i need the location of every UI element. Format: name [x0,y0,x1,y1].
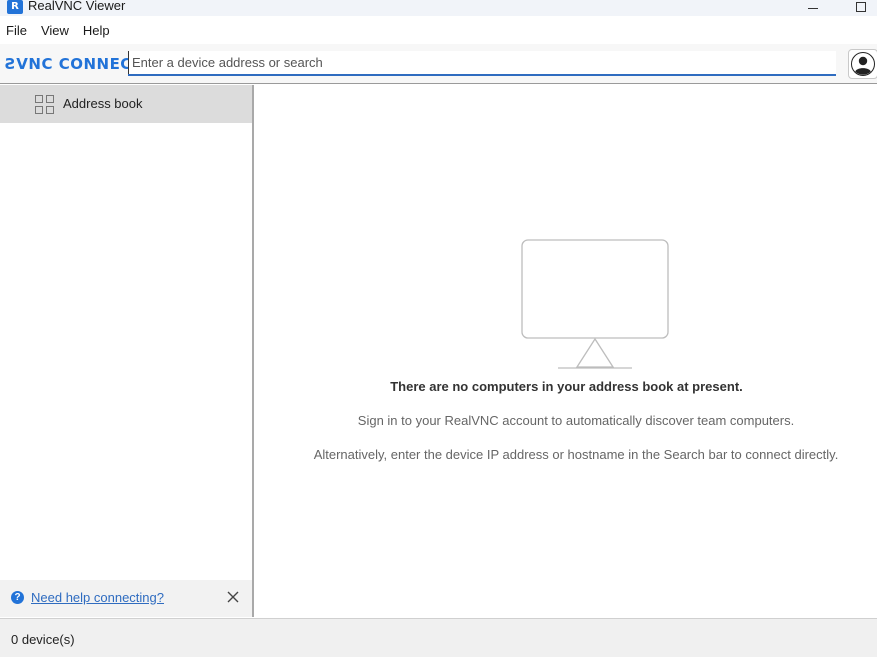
menu-view[interactable]: View [41,20,69,42]
minimize-icon [808,7,818,9]
window-title: RealVNC Viewer [28,0,126,13]
grid-icon [35,95,54,114]
user-avatar-icon [851,52,875,76]
status-bar: 0 device(s) [0,618,877,657]
empty-state-title: There are no computers in your address b… [390,379,743,394]
vnc-connect-logo: ƧVNC CONNECT [5,55,143,73]
menu-help[interactable]: Help [83,20,110,42]
maximize-button[interactable] [850,0,872,14]
sidebar: Address book ? Need help connecting? [0,85,254,617]
main-content: There are no computers in your address b… [256,85,877,617]
menu-bar: File View Help [0,20,877,42]
monitor-icon [521,239,669,369]
device-count: 0 device(s) [11,632,75,647]
help-connecting-link[interactable]: Need help connecting? [31,590,164,606]
sidebar-item-label: Address book [63,96,143,111]
help-icon: ? [11,591,24,604]
title-bar: R RealVNC Viewer [0,0,877,16]
menu-file[interactable]: File [6,20,27,42]
minimize-button[interactable] [802,0,824,14]
account-button[interactable] [848,49,877,79]
close-icon[interactable] [225,589,241,605]
empty-state-direct-connect-text: Alternatively, enter the device IP addre… [313,447,839,462]
realvnc-logo-icon: R [7,0,23,14]
search-input[interactable] [128,51,836,74]
help-bar: ? Need help connecting? [0,580,252,617]
toolbar: ƧVNC CONNECT [0,44,877,84]
maximize-icon [856,2,866,12]
search-field [128,51,836,76]
sidebar-item-address-book[interactable]: Address book [0,85,252,123]
empty-state-signin-text: Sign in to your RealVNC account to autom… [357,413,795,428]
